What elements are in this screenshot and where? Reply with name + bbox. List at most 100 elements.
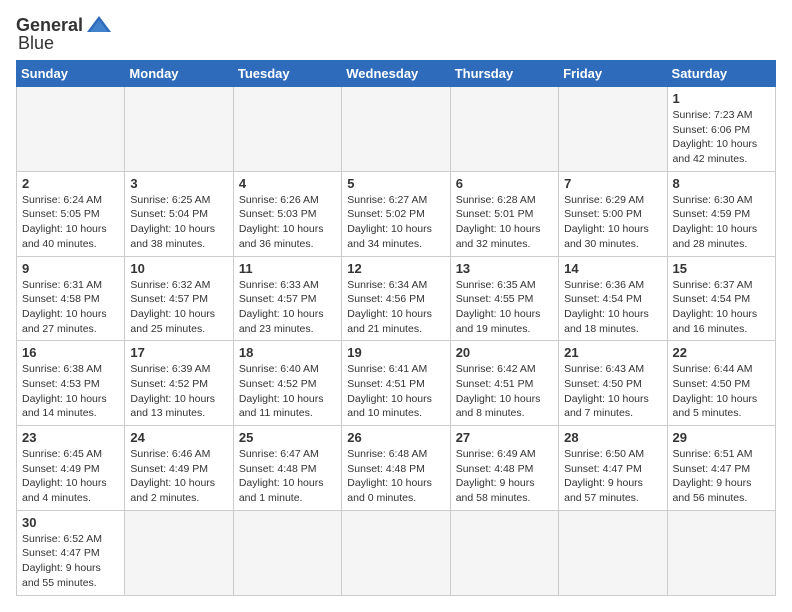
day-info: Sunrise: 6:30 AM Sunset: 4:59 PM Dayligh…: [673, 193, 770, 252]
day-info: Sunrise: 6:47 AM Sunset: 4:48 PM Dayligh…: [239, 447, 336, 506]
calendar-cell: [233, 87, 341, 172]
day-info: Sunrise: 6:26 AM Sunset: 5:03 PM Dayligh…: [239, 193, 336, 252]
calendar: SundayMondayTuesdayWednesdayThursdayFrid…: [16, 60, 776, 596]
day-info: Sunrise: 6:37 AM Sunset: 4:54 PM Dayligh…: [673, 278, 770, 337]
calendar-cell: [342, 87, 450, 172]
day-number: 17: [130, 345, 227, 360]
day-number: 25: [239, 430, 336, 445]
calendar-cell: [559, 87, 667, 172]
calendar-week-row: 23Sunrise: 6:45 AM Sunset: 4:49 PM Dayli…: [17, 426, 776, 511]
calendar-cell: [125, 510, 233, 595]
day-info: Sunrise: 6:43 AM Sunset: 4:50 PM Dayligh…: [564, 362, 661, 421]
day-info: Sunrise: 6:33 AM Sunset: 4:57 PM Dayligh…: [239, 278, 336, 337]
calendar-header-row: SundayMondayTuesdayWednesdayThursdayFrid…: [17, 61, 776, 87]
calendar-cell: 16 Sunrise: 6:38 AM Sunset: 4:53 PM Dayli…: [17, 341, 125, 426]
calendar-cell: [125, 87, 233, 172]
day-number: 14: [564, 261, 661, 276]
calendar-day-header: Saturday: [667, 61, 775, 87]
calendar-cell: 13 Sunrise: 6:35 AM Sunset: 4:55 PM Dayli…: [450, 256, 558, 341]
day-number: 19: [347, 345, 444, 360]
calendar-week-row: 9Sunrise: 6:31 AM Sunset: 4:58 PM Daylig…: [17, 256, 776, 341]
calendar-cell: [342, 510, 450, 595]
day-number: 11: [239, 261, 336, 276]
day-number: 12: [347, 261, 444, 276]
calendar-cell: [667, 510, 775, 595]
day-info: Sunrise: 6:40 AM Sunset: 4:52 PM Dayligh…: [239, 362, 336, 421]
calendar-week-row: 30Sunrise: 6:52 AM Sunset: 4:47 PM Dayli…: [17, 510, 776, 595]
day-number: 21: [564, 345, 661, 360]
calendar-cell: 5Sunrise: 6:27 AM Sunset: 5:02 PM Daylig…: [342, 171, 450, 256]
header: General Blue: [16, 10, 776, 54]
calendar-cell: 17 Sunrise: 6:39 AM Sunset: 4:52 PM Dayli…: [125, 341, 233, 426]
calendar-day-header: Thursday: [450, 61, 558, 87]
day-info: Sunrise: 6:34 AM Sunset: 4:56 PM Dayligh…: [347, 278, 444, 337]
day-number: 23: [22, 430, 119, 445]
calendar-cell: 14 Sunrise: 6:36 AM Sunset: 4:54 PM Dayli…: [559, 256, 667, 341]
logo-blue: Blue: [18, 33, 113, 54]
day-number: 9: [22, 261, 119, 276]
day-info: Sunrise: 6:36 AM Sunset: 4:54 PM Dayligh…: [564, 278, 661, 337]
calendar-week-row: 16 Sunrise: 6:38 AM Sunset: 4:53 PM Dayli…: [17, 341, 776, 426]
day-number: 7: [564, 176, 661, 191]
day-info: Sunrise: 6:24 AM Sunset: 5:05 PM Dayligh…: [22, 193, 119, 252]
calendar-cell: 23Sunrise: 6:45 AM Sunset: 4:49 PM Dayli…: [17, 426, 125, 511]
day-number: 4: [239, 176, 336, 191]
calendar-cell: 20Sunrise: 6:42 AM Sunset: 4:51 PM Dayli…: [450, 341, 558, 426]
day-number: 24: [130, 430, 227, 445]
day-number: 10: [130, 261, 227, 276]
day-number: 20: [456, 345, 553, 360]
calendar-cell: 6 Sunrise: 6:28 AM Sunset: 5:01 PM Daylig…: [450, 171, 558, 256]
calendar-week-row: 2 Sunrise: 6:24 AM Sunset: 5:05 PM Daylig…: [17, 171, 776, 256]
day-number: 18: [239, 345, 336, 360]
calendar-day-header: Sunday: [17, 61, 125, 87]
calendar-cell: 8 Sunrise: 6:30 AM Sunset: 4:59 PM Daylig…: [667, 171, 775, 256]
calendar-cell: 29Sunrise: 6:51 AM Sunset: 4:47 PM Dayli…: [667, 426, 775, 511]
day-number: 15: [673, 261, 770, 276]
day-info: Sunrise: 6:51 AM Sunset: 4:47 PM Dayligh…: [673, 447, 770, 506]
calendar-cell: 11 Sunrise: 6:33 AM Sunset: 4:57 PM Dayli…: [233, 256, 341, 341]
day-number: 1: [673, 91, 770, 106]
day-number: 6: [456, 176, 553, 191]
day-info: Sunrise: 6:52 AM Sunset: 4:47 PM Dayligh…: [22, 532, 119, 591]
calendar-cell: 24 Sunrise: 6:46 AM Sunset: 4:49 PM Dayli…: [125, 426, 233, 511]
logo: General Blue: [16, 16, 113, 54]
day-info: Sunrise: 6:38 AM Sunset: 4:53 PM Dayligh…: [22, 362, 119, 421]
calendar-cell: 26Sunrise: 6:48 AM Sunset: 4:48 PM Dayli…: [342, 426, 450, 511]
calendar-cell: 9Sunrise: 6:31 AM Sunset: 4:58 PM Daylig…: [17, 256, 125, 341]
day-number: 27: [456, 430, 553, 445]
calendar-cell: 7 Sunrise: 6:29 AM Sunset: 5:00 PM Daylig…: [559, 171, 667, 256]
day-number: 28: [564, 430, 661, 445]
day-number: 3: [130, 176, 227, 191]
day-info: Sunrise: 6:29 AM Sunset: 5:00 PM Dayligh…: [564, 193, 661, 252]
calendar-day-header: Tuesday: [233, 61, 341, 87]
day-number: 13: [456, 261, 553, 276]
day-number: 16: [22, 345, 119, 360]
calendar-cell: [559, 510, 667, 595]
day-info: Sunrise: 6:32 AM Sunset: 4:57 PM Dayligh…: [130, 278, 227, 337]
calendar-cell: 12 Sunrise: 6:34 AM Sunset: 4:56 PM Dayli…: [342, 256, 450, 341]
calendar-day-header: Friday: [559, 61, 667, 87]
day-info: Sunrise: 6:25 AM Sunset: 5:04 PM Dayligh…: [130, 193, 227, 252]
day-info: Sunrise: 6:46 AM Sunset: 4:49 PM Dayligh…: [130, 447, 227, 506]
day-info: Sunrise: 6:28 AM Sunset: 5:01 PM Dayligh…: [456, 193, 553, 252]
calendar-cell: 22Sunrise: 6:44 AM Sunset: 4:50 PM Dayli…: [667, 341, 775, 426]
calendar-cell: 15 Sunrise: 6:37 AM Sunset: 4:54 PM Dayli…: [667, 256, 775, 341]
calendar-cell: 25 Sunrise: 6:47 AM Sunset: 4:48 PM Dayli…: [233, 426, 341, 511]
day-info: Sunrise: 6:50 AM Sunset: 4:47 PM Dayligh…: [564, 447, 661, 506]
calendar-cell: 2 Sunrise: 6:24 AM Sunset: 5:05 PM Daylig…: [17, 171, 125, 256]
calendar-cell: 28 Sunrise: 6:50 AM Sunset: 4:47 PM Dayli…: [559, 426, 667, 511]
day-number: 2: [22, 176, 119, 191]
day-info: Sunrise: 6:49 AM Sunset: 4:48 PM Dayligh…: [456, 447, 553, 506]
page: General Blue SundayMondayTuesdayWednesda…: [0, 0, 792, 612]
day-number: 5: [347, 176, 444, 191]
calendar-cell: 3 Sunrise: 6:25 AM Sunset: 5:04 PM Daylig…: [125, 171, 233, 256]
calendar-cell: 4 Sunrise: 6:26 AM Sunset: 5:03 PM Daylig…: [233, 171, 341, 256]
calendar-cell: 21 Sunrise: 6:43 AM Sunset: 4:50 PM Dayli…: [559, 341, 667, 426]
day-info: Sunrise: 6:39 AM Sunset: 4:52 PM Dayligh…: [130, 362, 227, 421]
calendar-day-header: Wednesday: [342, 61, 450, 87]
day-number: 8: [673, 176, 770, 191]
calendar-cell: 27 Sunrise: 6:49 AM Sunset: 4:48 PM Dayli…: [450, 426, 558, 511]
calendar-cell: [17, 87, 125, 172]
day-info: Sunrise: 6:35 AM Sunset: 4:55 PM Dayligh…: [456, 278, 553, 337]
calendar-day-header: Monday: [125, 61, 233, 87]
